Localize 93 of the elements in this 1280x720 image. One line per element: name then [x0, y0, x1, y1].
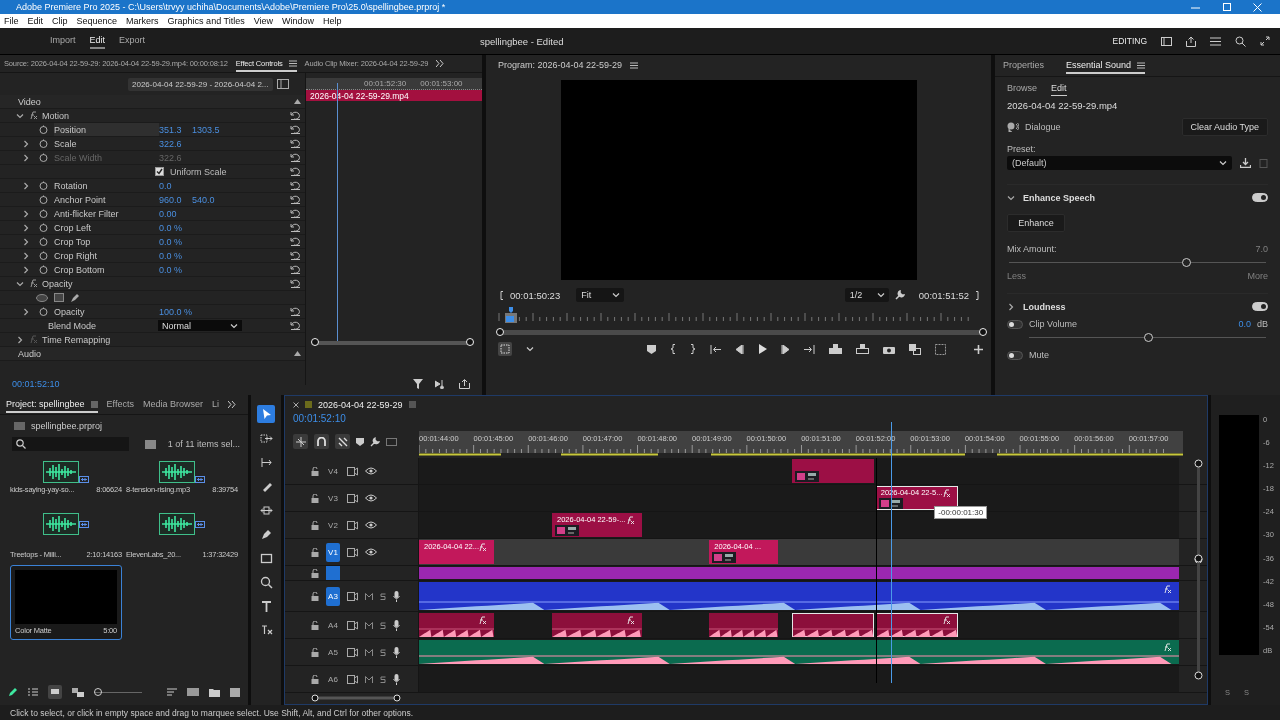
min-label: Less [1007, 271, 1026, 281]
property-value[interactable]: 322.6 [159, 138, 192, 149]
menu-item[interactable]: Markers [126, 16, 159, 26]
slider-label: Mix Amount: [1007, 244, 1057, 254]
track-target[interactable]: V4 [326, 461, 340, 481]
tooltip: -00:00:01:30 [934, 506, 988, 519]
property-value[interactable]: 0.0 % [159, 250, 192, 261]
property-label: Crop Right [54, 249, 99, 262]
timecode[interactable]: 00:01:52:10 [285, 413, 1207, 427]
menu-item[interactable]: Graphics and Titles [167, 16, 245, 26]
resolution-dropdown[interactable]: 1/2 [844, 288, 889, 302]
panel-tab[interactable]: Properties [1003, 57, 1045, 74]
effect-name: Opacity [42, 277, 74, 290]
property-label: Rotation [54, 179, 89, 192]
panel-tab[interactable]: Li [211, 396, 219, 413]
property-label: Scale Width [54, 151, 104, 164]
property-label: Crop Top [54, 235, 92, 248]
menu-item[interactable]: Sequence [76, 16, 118, 26]
file-name: 2026-04-04 22-59-29.mp4 [1007, 100, 1119, 111]
section-label: Enhance Speech [1023, 192, 1096, 203]
effect-name: Time Remapping [42, 333, 112, 346]
effect-name: Motion [42, 109, 70, 122]
mode-tab[interactable]: Export [119, 33, 146, 49]
section-label: Loudness [1023, 301, 1066, 312]
section-label: Video [18, 96, 41, 107]
selection-count: 1 of 11 items sel... [167, 439, 240, 449]
menu-item[interactable]: File [4, 16, 19, 26]
clip-selector[interactable]: 2026-04-04 22-59-29 - 2026-04-04 2... [128, 77, 273, 91]
mode-tab[interactable]: Edit [89, 33, 106, 49]
enhance-button[interactable]: Enhance [1007, 214, 1065, 232]
property-label: Position [54, 123, 159, 136]
preset-label: Preset: [1007, 144, 1037, 154]
property-value[interactable]: 100.0 % [159, 306, 192, 317]
workspace-menu[interactable]: EDITING [1112, 36, 1147, 46]
track-target[interactable]: V1 [326, 542, 340, 562]
timecode[interactable]: 00:01:52:10 [12, 379, 60, 389]
clear-audio-type-button[interactable]: Clear Audio Type [1181, 118, 1268, 136]
unit-label: dB [1257, 319, 1268, 329]
track-target[interactable]: A4 [326, 615, 340, 635]
panel-tab[interactable]: Project: spellingbee [6, 396, 98, 413]
in-timecode[interactable]: 00:01:50:23 [510, 289, 561, 301]
slider-value[interactable]: 7.0 [1255, 244, 1268, 254]
track-target[interactable]: A3 [326, 586, 340, 606]
menu-item[interactable]: View [253, 16, 273, 26]
property-label: Crop Bottom [54, 263, 106, 276]
menu-item[interactable]: Help [323, 16, 342, 26]
property-value[interactable]: 0.0 [159, 180, 192, 191]
mode-tab[interactable]: Import [50, 33, 76, 49]
property-value[interactable]: 1303.5 [192, 124, 225, 135]
property-label: Blend Mode [48, 319, 98, 332]
preset-dropdown[interactable]: (Default) [1007, 156, 1232, 170]
project-title: spellingbee - Edited [480, 35, 564, 47]
slider-label: Clip Volume [1029, 319, 1078, 329]
property-value[interactable]: 0.00 [159, 208, 192, 219]
track-target[interactable]: V3 [326, 488, 340, 508]
panel-tab[interactable]: Effects [106, 396, 134, 413]
checkbox-label: Uniform Scale [170, 166, 227, 177]
out-timecode[interactable]: 00:01:51:52 [918, 289, 969, 301]
menu-item[interactable]: Clip [52, 16, 68, 26]
sequence-tab[interactable]: 2026-04-04 22-59-29 [318, 397, 403, 412]
window-title: Adobe Premiere Pro 2025 - C:\Users\trvyy uchiha\Documents\Adobe\Premiere Pro\25.0\spellingbee.prproj * [16, 2, 447, 12]
property-label: Scale [54, 137, 78, 150]
sub-tab[interactable]: Browse [1007, 83, 1037, 96]
sub-tab[interactable]: Edit [1051, 83, 1067, 96]
menu-item[interactable]: Edit [27, 16, 44, 26]
property-value[interactable]: 0.0 % [159, 236, 192, 247]
track-target[interactable]: A5 [326, 642, 340, 662]
property-value[interactable]: 960.0 [159, 194, 192, 205]
slider-value[interactable]: 0.0 [1238, 319, 1251, 329]
audio-type-label: Dialogue [1025, 122, 1061, 132]
monitor-title: Program: 2026-04-04 22-59-29 [498, 60, 623, 70]
panel-tab[interactable]: Media Browser [142, 396, 203, 413]
project-file-name: spellingbee.prproj [31, 421, 103, 431]
zoom-dropdown[interactable]: Fit [576, 288, 625, 302]
property-value[interactable]: 0.0 % [159, 222, 192, 233]
property-label: Opacity [54, 305, 86, 318]
panel-tab[interactable]: Essential Sound [1066, 57, 1146, 74]
property-value[interactable]: 351.3 [159, 124, 192, 135]
max-label: More [1247, 271, 1268, 281]
property-label: Crop Left [54, 221, 93, 234]
track-target[interactable]: V2 [326, 515, 340, 535]
section-label: Audio [18, 348, 42, 359]
property-value[interactable]: 540.0 [192, 194, 225, 205]
status-message: Click to select, or click in empty space and drag to marquee select. Use Shift, Alt, and Ctrl for other options. [0, 705, 1280, 720]
blend-mode-dropdown[interactable]: Normal [158, 320, 242, 331]
property-label: Anchor Point [54, 193, 107, 206]
toggle-label: Mute [1029, 350, 1049, 360]
property-value[interactable]: 0.0 % [159, 264, 192, 275]
track-target[interactable]: A6 [326, 669, 340, 689]
menu-item[interactable]: Window [282, 16, 315, 26]
ruler-label: 00:01:52:30 [364, 79, 407, 88]
property-label: Anti-flicker Filter [54, 207, 120, 220]
ruler-label: 00:01:53:00 [420, 79, 463, 88]
